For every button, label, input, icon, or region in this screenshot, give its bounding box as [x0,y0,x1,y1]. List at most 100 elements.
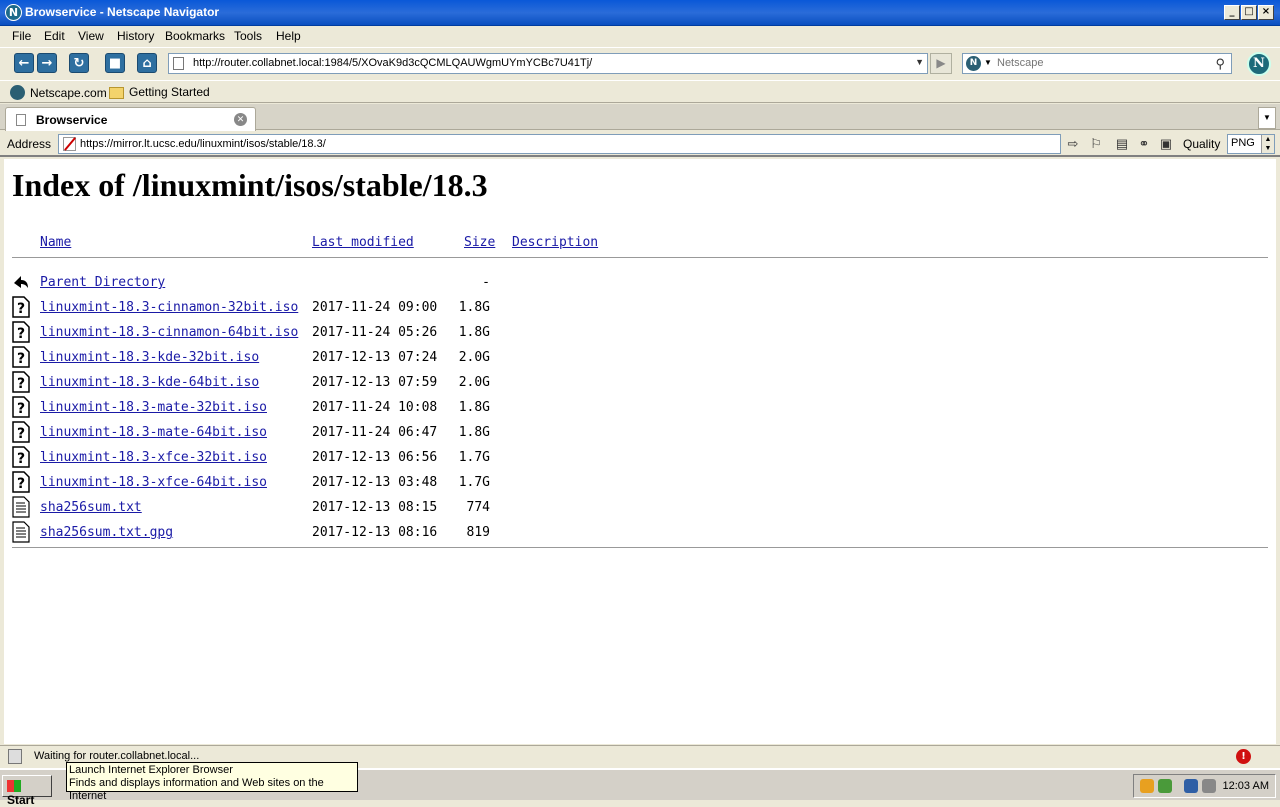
bookmark-netscape[interactable]: Netscape.com [10,85,107,100]
file-row: sha256sum.txt.gpg 2017-12-13 08:16 819 [4,521,704,549]
menu-help[interactable]: Help [276,29,301,43]
menu-bar: File Edit View History Bookmarks Tools H… [0,26,1280,47]
page-status-icon [8,749,22,764]
text-file-icon [12,521,30,543]
file-link[interactable]: linuxmint-18.3-cinnamon-64bit.iso [40,325,298,340]
chevron-down-icon[interactable]: ▼ [984,58,992,67]
parent-directory-link[interactable]: Parent Directory [40,275,165,290]
back-icon[interactable]: ← [14,53,34,73]
bookmark-label: Getting Started [129,85,210,99]
file-row: ? linuxmint-18.3-xfce-64bit.iso 2017-12-13… [4,471,704,499]
file-link[interactable]: linuxmint-18.3-mate-32bit.iso [40,400,267,415]
windows-logo-icon [7,780,21,792]
file-row: ? linuxmint-18.3-mate-32bit.iso 2017-11-24… [4,396,704,424]
menu-view[interactable]: View [78,29,104,43]
netscape-throbber-icon[interactable]: N [1247,52,1271,76]
reload-icon[interactable]: ↻ [69,53,89,73]
status-text: Waiting for router.collabnet.local... [34,750,200,762]
address-text[interactable]: https://mirror.lt.ucsc.edu/linuxmint/iso… [80,138,326,150]
alert-icon[interactable]: ! [1236,749,1251,764]
text-file-icon [12,496,30,518]
minimize-button[interactable]: _ [1224,5,1240,20]
file-modified: 2017-12-13 06:56 [312,450,438,465]
address-field[interactable]: https://mirror.lt.ucsc.edu/linuxmint/iso… [58,134,1061,154]
book-icon[interactable]: ▤ [1113,135,1131,153]
forward-icon[interactable]: → [37,53,57,73]
search-bar[interactable]: N ▼ ⚲ [962,53,1232,74]
start-button[interactable]: Start [2,775,52,807]
go-arrow-icon[interactable]: ⇨ [1064,135,1082,153]
search-icon[interactable]: ⚲ [1215,56,1225,72]
network-icon[interactable] [1184,779,1198,793]
bookmark-icon[interactable]: ⚐ [1087,135,1105,153]
menu-bookmarks[interactable]: Bookmarks [165,29,225,43]
file-link[interactable]: linuxmint-18.3-mate-64bit.iso [40,425,267,440]
search-engine-icon[interactable]: N [966,56,981,71]
file-link[interactable]: sha256sum.txt [40,500,142,515]
security-icon[interactable] [1158,779,1172,793]
file-size: 774 [466,500,490,515]
file-modified: 2017-12-13 07:59 [312,375,438,390]
column-size-link[interactable]: Size [464,235,495,250]
menu-tools[interactable]: Tools [234,29,262,43]
file-size: 1.7G [458,475,490,490]
divider [12,257,1268,258]
svg-text:?: ? [17,351,25,367]
file-modified: 2017-12-13 03:48 [312,475,438,490]
quality-select[interactable]: PNG ▲ ▼ [1227,134,1275,154]
quality-spinner-icon[interactable]: ▲ ▼ [1261,135,1274,153]
menu-edit[interactable]: Edit [44,29,65,43]
svg-text:?: ? [17,326,25,342]
file-size: 2.0G [458,350,490,365]
file-link[interactable]: sha256sum.txt.gpg [40,525,173,540]
parent-directory-row: Parent Directory - [4,275,704,299]
svg-text:?: ? [17,476,25,492]
file-row: ? linuxmint-18.3-cinnamon-64bit.iso 2017-1… [4,321,704,349]
insecure-icon [63,137,76,151]
file-link[interactable]: linuxmint-18.3-xfce-64bit.iso [40,475,267,490]
column-description-link[interactable]: Description [512,235,598,250]
go-button[interactable]: ▶ [930,53,952,74]
tooltip-text: Finds and displays information and Web s… [69,777,324,802]
menu-file[interactable]: File [12,29,31,43]
file-row: ? linuxmint-18.3-xfce-32bit.iso 2017-12-13… [4,446,704,474]
bookmarks-toolbar: Netscape.com Getting Started [0,80,1280,103]
file-link[interactable]: linuxmint-18.3-cinnamon-32bit.iso [40,300,298,315]
file-link[interactable]: linuxmint-18.3-kde-32bit.iso [40,350,259,365]
stop-icon[interactable]: ■ [105,53,125,73]
file-row: ? linuxmint-18.3-kde-32bit.iso 2017-12-13 … [4,346,704,374]
volume-muted-icon[interactable] [1202,779,1216,793]
file-size: 1.8G [458,400,490,415]
title-bar: N Browservice - Netscape Navigator _ □ × [0,0,1280,26]
file-link[interactable]: linuxmint-18.3-kde-64bit.iso [40,375,259,390]
url-dropdown-icon[interactable]: ▼ [915,57,924,67]
bookmark-getting-started[interactable]: Getting Started [109,85,210,99]
tab-browservice[interactable]: Browservice ✕ [5,107,256,131]
close-tab-icon[interactable]: ✕ [234,113,247,126]
clock: 12:03 AM [1222,780,1269,792]
home-icon[interactable]: ⌂ [137,53,157,73]
url-bar[interactable]: http://router.collabnet.local:1984/5/XOv… [168,53,928,74]
tab-strip: Browservice ✕ ▼ [0,104,1280,131]
divider [12,547,1268,548]
tab-list-button[interactable]: ▼ [1258,107,1276,129]
system-tray: 12:03 AM [1133,774,1276,798]
start-label: Start [7,793,35,807]
close-button[interactable]: × [1258,5,1274,20]
file-size: 1.8G [458,325,490,340]
column-modified-link[interactable]: Last modified [312,235,414,250]
file-modified: 2017-11-24 09:00 [312,300,438,315]
clipboard-icon[interactable]: ▣ [1157,135,1175,153]
unknown-file-icon: ? [12,371,30,393]
file-row: sha256sum.txt 2017-12-13 08:15 774 [4,496,704,524]
shield-warning-icon[interactable] [1140,779,1154,793]
maximize-button[interactable]: □ [1241,5,1257,20]
url-text[interactable]: http://router.collabnet.local:1984/5/XOv… [193,57,592,69]
browservice-address-bar: Address https://mirror.lt.ucsc.edu/linux… [0,131,1280,157]
menu-history[interactable]: History [117,29,154,43]
file-link[interactable]: linuxmint-18.3-xfce-32bit.iso [40,450,267,465]
search-input[interactable] [997,57,1197,69]
find-icon[interactable]: ⚭ [1135,135,1153,153]
svg-text:?: ? [17,401,25,417]
column-name-link[interactable]: Name [40,235,71,250]
